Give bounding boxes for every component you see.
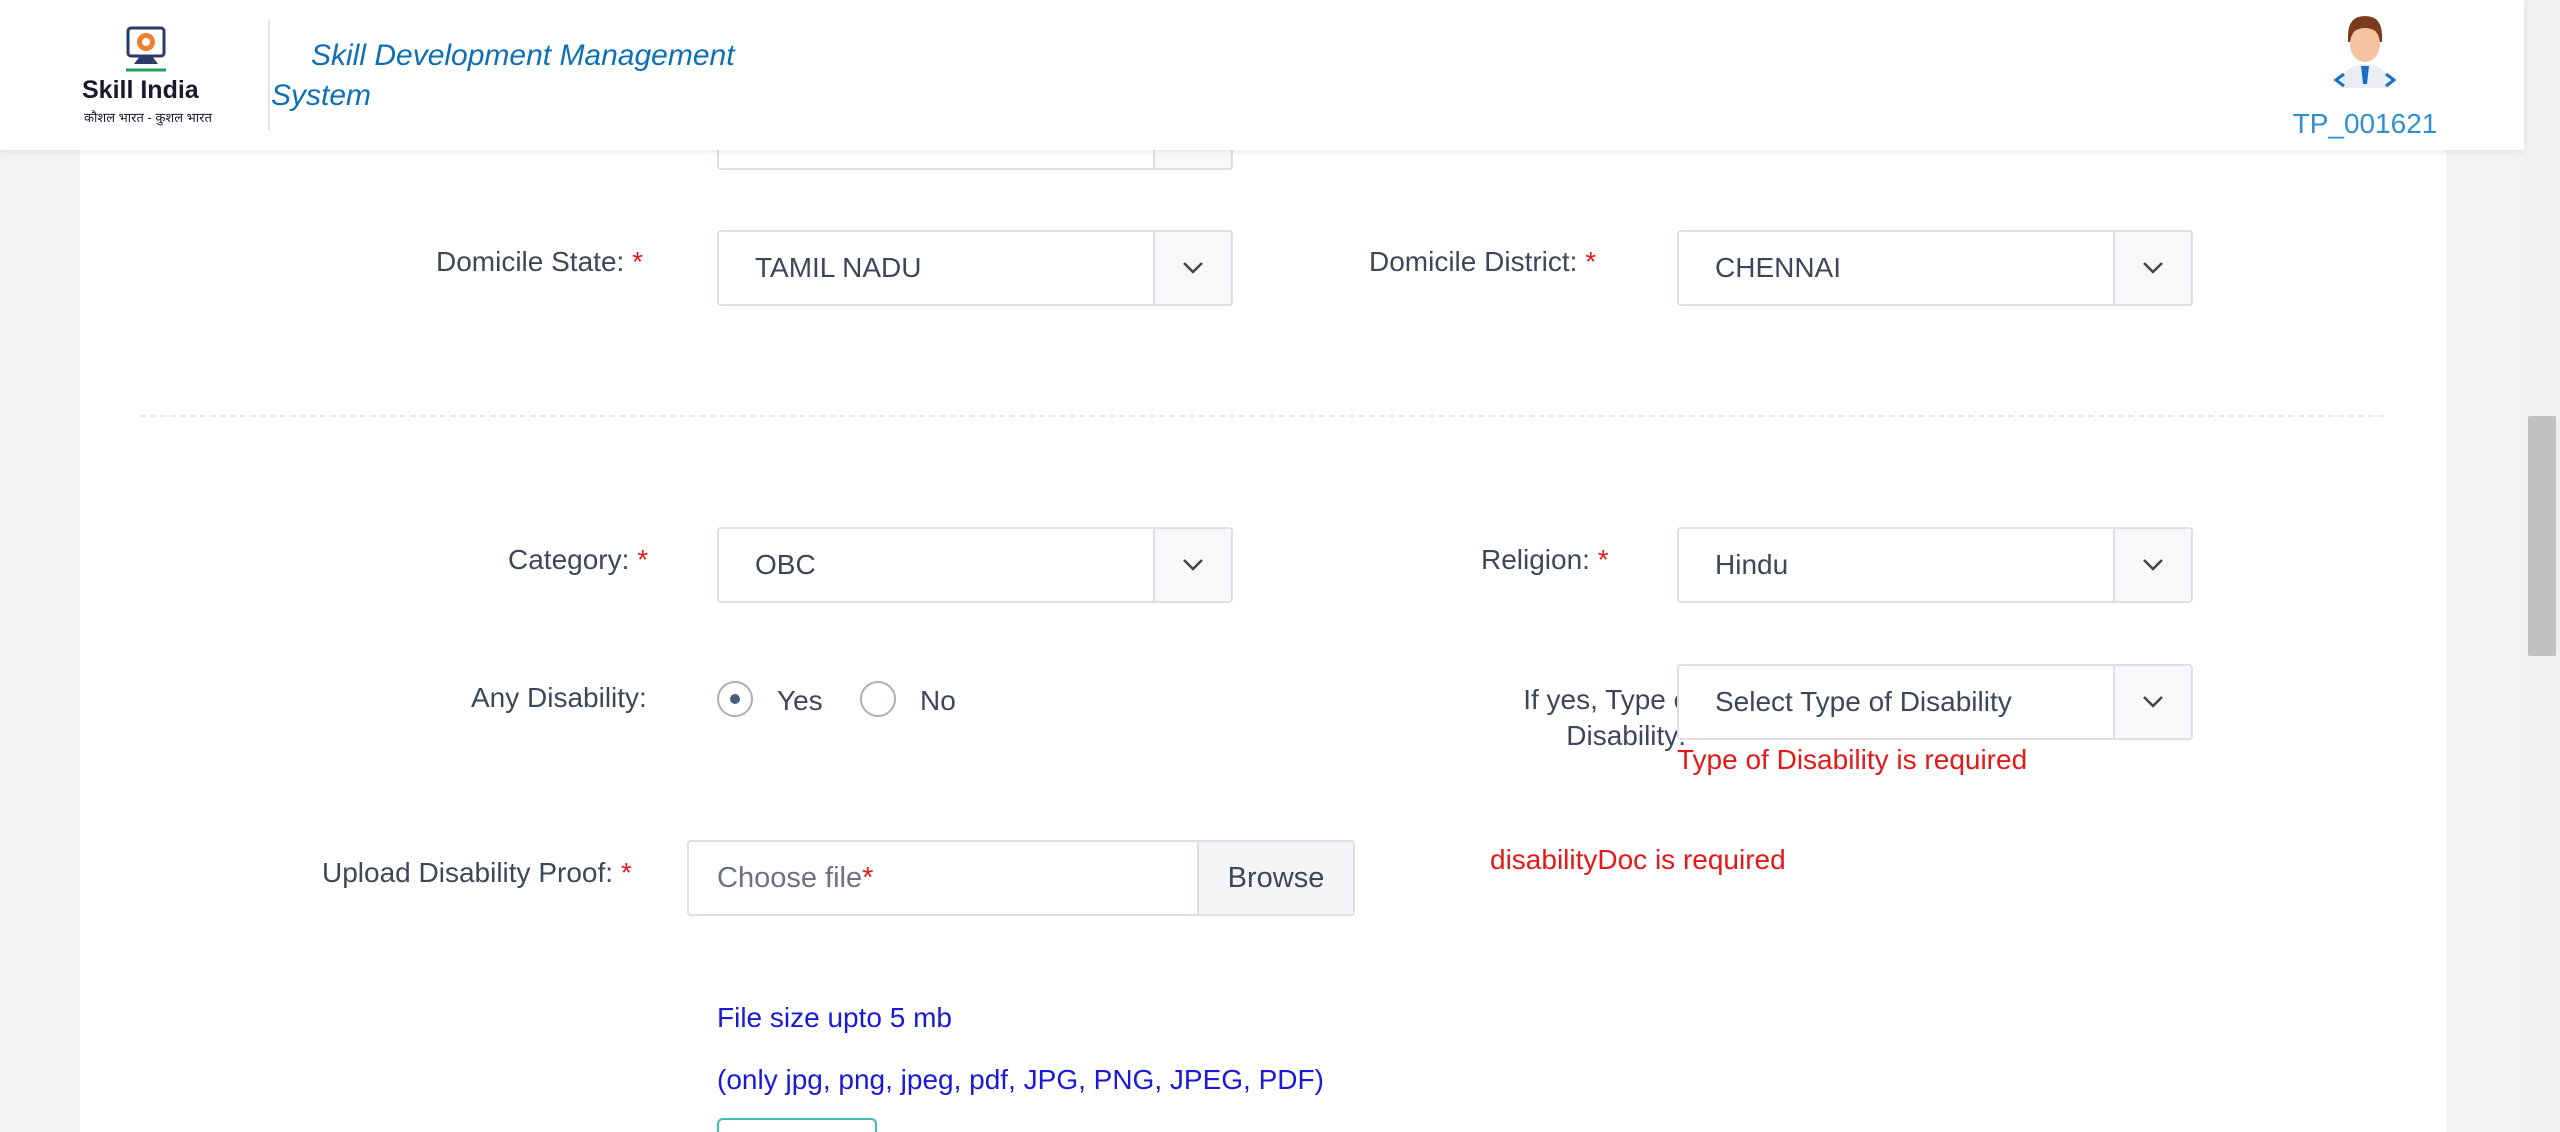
chevron-down-icon [1183,559,1203,571]
top-header: Skill India कौशल भारत - कुशल भारत Skill … [0,0,2524,150]
user-avatar-icon[interactable] [2330,12,2400,88]
disability-no-radio[interactable] [860,681,896,717]
category-label-text: Category: [508,544,630,575]
required-marker: * [862,862,874,894]
disability-yes-label[interactable]: Yes [777,685,823,717]
required-marker: * [637,544,649,575]
religion-toggle[interactable] [2113,529,2191,601]
disability-type-label-line2: Disability: [1566,720,1687,751]
choose-file-text: Choose file [717,862,863,894]
chevron-down-icon [2143,262,2163,274]
browse-button[interactable]: Browse [1197,842,1353,914]
domicile-district-value: CHENNAI [1715,252,1842,283]
chevron-down-icon [2143,559,2163,571]
domicile-state-label: Domicile State: * [436,246,643,278]
domicile-state-toggle[interactable] [1153,232,1231,304]
disability-type-label-line1: If yes, Type of [1523,684,1697,715]
disability-proof-label-text: Upload Disability Proof: [322,857,614,888]
header-divider [268,20,270,130]
required-marker: * [1597,544,1609,575]
disability-yes-radio[interactable] [717,681,753,717]
religion-label: Religion: * [1481,544,1609,576]
domicile-district-label-text: Domicile District: [1369,246,1578,277]
domicile-district-label: Domicile District: * [1369,246,1596,278]
form-card: Domicile State: * TAMIL NADU Domicile Di… [80,100,2446,1132]
disability-type-select[interactable]: Select Type of Disability [1677,664,2193,740]
category-value: OBC [755,549,816,580]
disability-type-toggle[interactable] [2113,666,2191,738]
file-size-note: File size upto 5 mb [717,1002,952,1033]
disability-type-label: If yes, Type of Disability:* [1380,682,1697,754]
required-marker: * [632,246,643,277]
any-disability-label: Any Disability: [471,682,647,713]
domicile-state-label-text: Domicile State: [436,246,625,277]
disability-proof-file-input[interactable]: Choose file* Browse [687,840,1355,916]
category-select[interactable]: OBC [717,527,1233,603]
disability-no-label[interactable]: No [920,685,956,717]
chevron-down-icon [2143,696,2163,708]
disability-proof-label: Upload Disability Proof: * [322,857,632,889]
domicile-state-select[interactable]: TAMIL NADU [717,230,1233,306]
category-label: Category: * [508,544,648,576]
disability-type-error: Type of Disability is required [1677,744,2028,775]
required-marker: * [620,857,632,888]
religion-label-text: Religion: [1481,544,1590,575]
required-marker: * [1585,246,1597,277]
disability-proof-error: disabilityDoc is required [1490,844,1786,875]
disability-type-placeholder: Select Type of Disability [1715,686,2012,717]
chevron-down-icon [1183,262,1203,274]
logo-subtext: कौशल भारत - कुशल भारत [84,110,212,125]
category-toggle[interactable] [1153,529,1231,601]
section-divider [140,415,2384,417]
religion-value: Hindu [1715,549,1789,580]
choose-file-placeholder: Choose file* [717,842,873,914]
file-types-note: (only jpg, png, jpeg, pdf, JPG, PNG, JPE… [717,1064,1324,1095]
domicile-district-select[interactable]: CHENNAI [1677,230,2193,306]
religion-select[interactable]: Hindu [1677,527,2193,603]
partial-action-button[interactable] [717,1118,877,1132]
domicile-state-value: TAMIL NADU [755,252,922,283]
domicile-district-toggle[interactable] [2113,232,2191,304]
skill-india-logo[interactable]: Skill India कौशल भारत - कुशल भारत [76,24,216,128]
app-title: Skill Development Management System [271,39,735,112]
disability-type-label-line2-wrap: Disability:* [1380,718,1697,754]
user-id-label[interactable]: TP_001621 [2290,108,2440,140]
page-scrollbar[interactable] [2524,0,2560,1132]
logo-text: Skill India [82,76,199,104]
skill-india-emblem-icon [126,26,166,72]
scrollbar-thumb[interactable] [2528,416,2556,656]
